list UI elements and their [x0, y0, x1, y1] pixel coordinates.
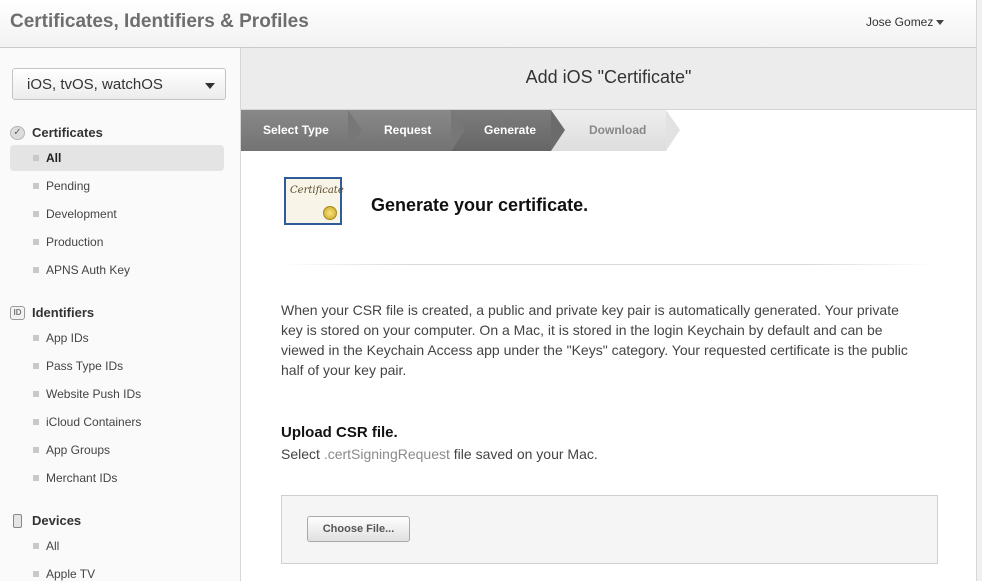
- sidebar-item-identifiers-app-ids[interactable]: App IDs: [10, 325, 224, 351]
- bullet-icon: [33, 419, 39, 425]
- sidebar-item-label: App IDs: [46, 331, 89, 345]
- certificate-check-icon: ✓: [10, 126, 25, 140]
- sidebar-item-label: App Groups: [46, 443, 111, 457]
- certificates-section: ✓ Certificates All Pending Development Prod…: [10, 123, 224, 283]
- certificate-icon-text: Certificate: [290, 185, 344, 196]
- main-content: Certificate Generate your certificate. W…: [241, 151, 976, 581]
- divider: [281, 264, 937, 265]
- sidebar-item-label: All: [46, 151, 62, 165]
- sidebar: iOS, tvOS, watchOS ✓ Certificates All Pen…: [0, 48, 241, 581]
- page-heading: Generate your certificate.: [371, 195, 589, 215]
- step-download: Download: [551, 110, 680, 151]
- user-menu[interactable]: Jose Gomez: [866, 15, 945, 29]
- sidebar-item-devices-all[interactable]: All: [10, 533, 224, 559]
- sidebar-item-identifiers-app-groups[interactable]: App Groups: [10, 437, 224, 463]
- upload-heading: Upload CSR file.: [281, 424, 398, 441]
- sidebar-item-label: APNS Auth Key: [46, 263, 131, 277]
- window-edge: [976, 0, 982, 581]
- sidebar-item-label: All: [46, 539, 60, 553]
- sidebar-item-label: iCloud Containers: [46, 415, 142, 429]
- bullet-icon: [33, 155, 39, 161]
- bullet-icon: [33, 363, 39, 369]
- seal-icon: [323, 206, 337, 220]
- sidebar-item-certificates-development[interactable]: Development: [10, 201, 224, 227]
- sidebar-item-devices-apple-tv[interactable]: Apple TV: [10, 561, 224, 581]
- step-progress-bar: Select Type Request Generate Download: [241, 110, 976, 151]
- upload-instructions: Select .certSigningRequest file saved on…: [281, 446, 598, 462]
- step-label: Request: [384, 123, 432, 137]
- bullet-icon: [33, 335, 39, 341]
- step-label: Select Type: [263, 123, 329, 137]
- user-name: Jose Gomez: [866, 15, 934, 29]
- step-label: Download: [589, 123, 647, 137]
- certificate-icon: Certificate: [284, 177, 344, 225]
- sidebar-item-identifiers-website-push-ids[interactable]: Website Push IDs: [10, 381, 224, 407]
- step-arrow-icon: [551, 110, 565, 151]
- description-text: When your CSR file is created, a public …: [281, 302, 908, 378]
- bullet-icon: [33, 543, 39, 549]
- sidebar-item-identifiers-icloud-containers[interactable]: iCloud Containers: [10, 409, 224, 435]
- sidebar-item-label: Pending: [46, 179, 91, 193]
- step-request: Request: [348, 110, 465, 151]
- step-label: Generate: [484, 123, 537, 137]
- sidebar-item-label: Pass Type IDs: [46, 359, 124, 373]
- upload-instructions-prefix: Select: [281, 446, 324, 462]
- devices-label: Devices: [32, 513, 82, 528]
- sidebar-item-identifiers-merchant-ids[interactable]: Merchant IDs: [10, 465, 224, 491]
- app-title: Certificates, Identifiers & Profiles: [10, 11, 309, 32]
- sidebar-item-certificates-apns-auth-key[interactable]: APNS Auth Key: [10, 257, 224, 283]
- sidebar-item-label: Apple TV: [46, 567, 96, 581]
- sidebar-item-certificates-all[interactable]: All: [10, 145, 224, 171]
- sidebar-item-label: Production: [46, 235, 104, 249]
- bullet-icon: [33, 267, 39, 273]
- id-icon: ID: [10, 306, 25, 320]
- bullet-icon: [33, 447, 39, 453]
- top-header: Certificates, Identifiers & Profiles Jos…: [0, 0, 976, 48]
- sidebar-item-label: Development: [46, 207, 117, 221]
- chevron-down-icon: [936, 20, 945, 26]
- upload-instructions-suffix: file saved on your Mac.: [449, 446, 598, 462]
- step-arrow-icon: [666, 110, 680, 151]
- file-extension-text: .certSigningRequest: [323, 446, 450, 462]
- device-icon: [13, 514, 22, 528]
- bullet-icon: [33, 211, 39, 217]
- platform-select[interactable]: iOS, tvOS, watchOS: [12, 68, 226, 100]
- bullet-icon: [33, 183, 39, 189]
- step-bar-fill: [666, 110, 976, 151]
- identifiers-heading[interactable]: ID Identifiers: [10, 303, 224, 323]
- bullet-icon: [33, 571, 39, 577]
- step-arrow-icon: [451, 110, 465, 151]
- devices-section: Devices All Apple TV: [10, 511, 224, 581]
- sidebar-item-label: Website Push IDs: [46, 387, 142, 401]
- step-generate: Generate: [451, 110, 565, 151]
- devices-heading[interactable]: Devices: [10, 511, 224, 531]
- sidebar-item-identifiers-pass-type-ids[interactable]: Pass Type IDs: [10, 353, 224, 379]
- chevron-down-icon: [205, 83, 215, 89]
- sidebar-item-label: Merchant IDs: [46, 471, 118, 485]
- platform-select-value: iOS, tvOS, watchOS: [27, 76, 163, 93]
- page-title: Add iOS "Certificate": [525, 67, 692, 87]
- choose-file-button[interactable]: Choose File...: [307, 516, 410, 542]
- identifiers-label: Identifiers: [32, 305, 95, 320]
- main-header: Add iOS "Certificate": [241, 48, 976, 110]
- certificates-heading[interactable]: ✓ Certificates: [10, 123, 224, 143]
- bullet-icon: [33, 475, 39, 481]
- upload-panel: Choose File...: [281, 495, 938, 564]
- sidebar-item-certificates-production[interactable]: Production: [10, 229, 224, 255]
- step-select-type: Select Type: [241, 110, 362, 151]
- identifiers-section: ID Identifiers App IDs Pass Type IDs Websi…: [10, 303, 224, 491]
- sidebar-item-certificates-pending[interactable]: Pending: [10, 173, 224, 199]
- bullet-icon: [33, 239, 39, 245]
- bullet-icon: [33, 391, 39, 397]
- certificates-label: Certificates: [32, 125, 103, 140]
- step-arrow-icon: [348, 110, 362, 151]
